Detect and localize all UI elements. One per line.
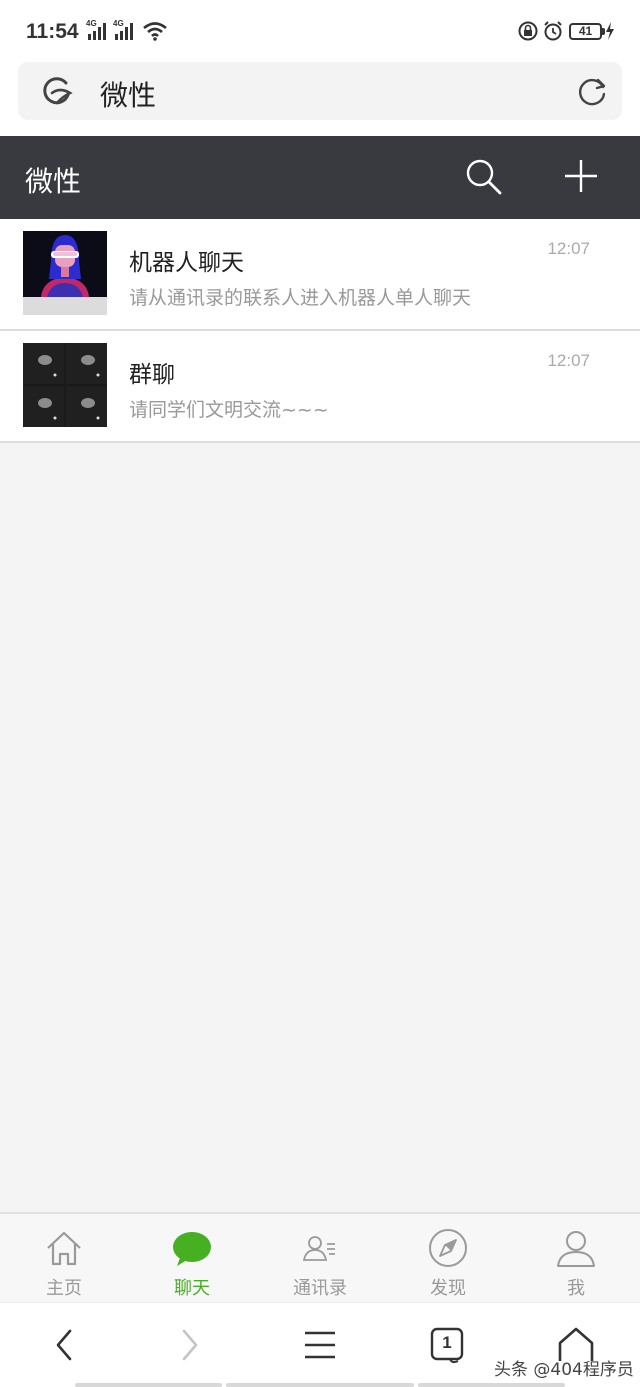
tab-label: 主页	[46, 1278, 82, 1299]
tab-me[interactable]: 我	[512, 1214, 640, 1304]
network-type-2: 4G	[113, 19, 124, 28]
address-text[interactable]: 微性	[100, 74, 156, 114]
battery-indicator: 41	[569, 23, 605, 40]
chat-item-group[interactable]: 群聊 请同学们文明交流~~~ 12:07	[0, 331, 640, 443]
gesture-bar	[418, 1383, 565, 1387]
signal-icon-1: 4G	[86, 19, 108, 40]
tab-contacts[interactable]: 通讯录	[256, 1214, 384, 1304]
compass-icon	[429, 1229, 467, 1267]
menu-icon[interactable]	[303, 1325, 337, 1365]
tab-chat[interactable]: 聊天	[128, 1214, 256, 1304]
chat-name: 机器人聊天	[129, 250, 244, 276]
chat-list: 机器人聊天 请从通讯录的联系人进入机器人单人聊天 12:07 群聊 请同学们文明…	[0, 219, 640, 443]
chat-preview: 请同学们文明交流~~~	[129, 399, 329, 421]
wifi-icon	[143, 22, 167, 41]
gesture-bar	[75, 1383, 222, 1387]
avatar	[23, 343, 107, 427]
tab-label: 发现	[430, 1278, 466, 1299]
chat-name: 群聊	[129, 362, 175, 388]
search-icon[interactable]	[465, 158, 503, 196]
reload-icon[interactable]	[576, 75, 608, 107]
tab-discover[interactable]: 发现	[384, 1214, 512, 1304]
tab-bar: 主页 聊天 通讯录 发现 我	[0, 1212, 640, 1302]
chat-preview: 请从通讯录的联系人进入机器人单人聊天	[129, 287, 472, 309]
charging-icon	[606, 22, 614, 40]
chat-time: 12:07	[547, 239, 590, 258]
browser-logo-icon[interactable]	[40, 75, 74, 107]
address-bar[interactable]: 微性	[18, 62, 622, 120]
user-icon	[557, 1231, 595, 1267]
contacts-icon	[302, 1236, 335, 1261]
watermark: 头条 @404程序员	[494, 1360, 634, 1380]
tab-label: 我	[567, 1278, 585, 1299]
signal-icon-2: 4G	[113, 19, 135, 40]
tab-label: 通讯录	[293, 1278, 347, 1299]
back-icon[interactable]	[52, 1325, 76, 1365]
browser-address-area: 微性	[0, 62, 640, 136]
tab-label: 聊天	[174, 1278, 210, 1299]
chat-item-robot[interactable]: 机器人聊天 请从通讯录的联系人进入机器人单人聊天 12:07	[0, 219, 640, 331]
lock-rotation-icon	[518, 21, 538, 41]
tab-count: 1	[442, 1333, 452, 1352]
page-title: 微性	[25, 165, 82, 198]
chat-icon	[173, 1232, 211, 1266]
forward-icon[interactable]	[178, 1325, 202, 1365]
gesture-bar	[226, 1383, 414, 1387]
status-bar: 11:54 4G 4G 41	[0, 0, 640, 62]
tabs-button[interactable]: 1	[430, 1325, 466, 1365]
add-icon[interactable]	[563, 158, 599, 194]
browser-nav-bar: 1 头条 @404程序员	[0, 1302, 640, 1387]
tab-home[interactable]: 主页	[0, 1214, 128, 1304]
avatar	[23, 231, 107, 315]
chat-time: 12:07	[547, 351, 590, 370]
app-header: 微性	[0, 136, 640, 219]
alarm-icon	[544, 21, 562, 41]
status-time: 11:54	[26, 20, 79, 43]
network-type-1: 4G	[86, 19, 97, 28]
home-icon	[47, 1231, 81, 1266]
